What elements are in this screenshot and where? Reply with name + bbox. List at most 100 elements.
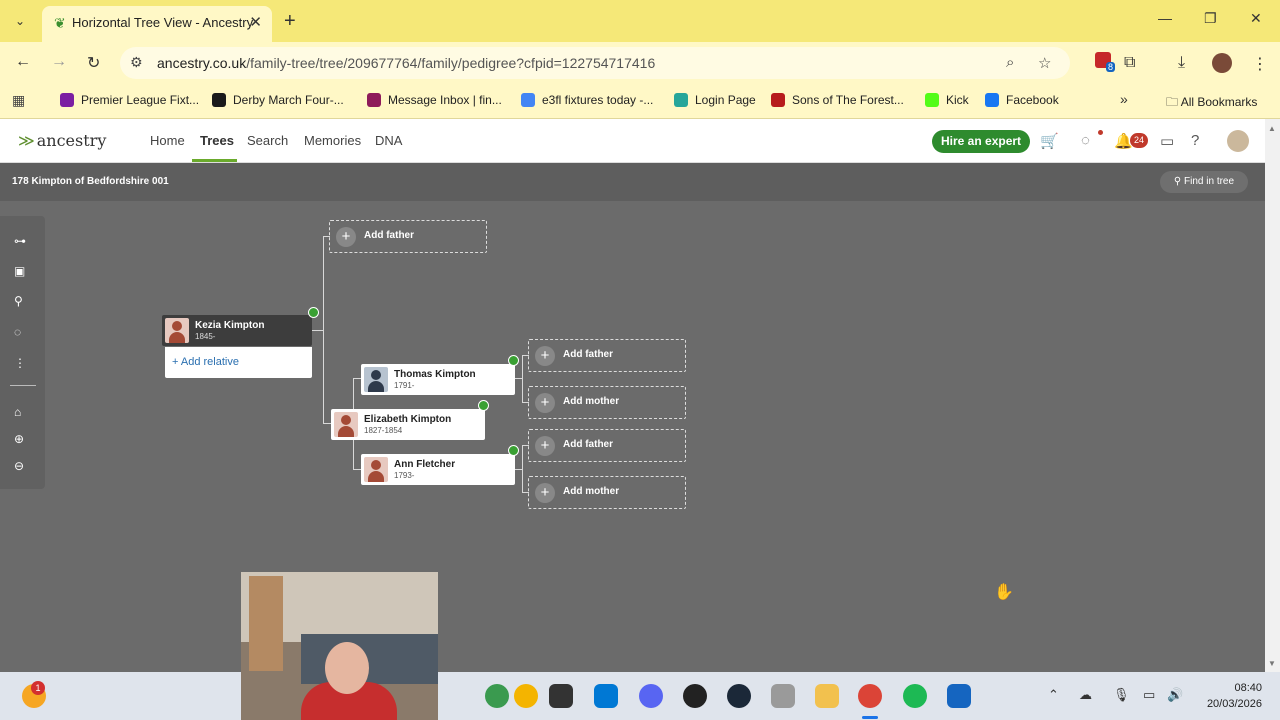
bookmark-star-icon[interactable]: ☆ [1038,54,1051,72]
ancestry-logo[interactable]: ≫ ancestry [18,131,106,150]
bookmark-facebook[interactable]: Facebook [985,93,1059,107]
page-scrollbar[interactable]: ▲ ▼ [1265,119,1280,672]
message-inbox-icon [367,93,381,107]
zoom-in-icon[interactable]: ⊕ [14,432,24,446]
bookmark-derby[interactable]: Derby March Four-... [212,93,344,107]
outlook-icon[interactable] [594,684,618,708]
globe-app-icon[interactable] [485,684,509,708]
plus-icon: + [535,346,555,366]
google-icon [521,93,535,107]
chrome-active-indicator [862,716,878,719]
restore-button[interactable]: ❐ [1204,10,1217,27]
app-icon[interactable] [947,684,971,708]
address-bar[interactable]: ⚙ ancestry.co.uk/family-tree/tree/209677… [120,47,1070,79]
more-options-icon[interactable]: ⋮ [14,356,26,370]
bookmark-premier-league[interactable]: Premier League Fixt... [60,93,199,107]
add-father-slot[interactable]: + Add father [528,429,686,462]
nav-home[interactable]: Home [150,133,185,148]
help-icon[interactable]: ? [1191,132,1199,149]
tray-overflow-icon[interactable]: ⌃ [1048,687,1059,703]
bookmark-e3fl[interactable]: e3fl fixtures today -... [521,93,653,107]
bookmark-kick[interactable]: Kick [925,93,969,107]
nav-memories[interactable]: Memories [304,133,361,148]
scroll-up-arrow[interactable]: ▲ [1268,124,1276,133]
home-person-icon[interactable]: ⌂ [14,405,21,419]
steam-icon[interactable] [727,684,751,708]
add-father-slot[interactable]: + Add father [528,339,686,372]
apps-grid-icon[interactable]: ▦ [12,92,25,109]
browser-tabstrip: ⌄ ❦ Horizontal Tree View - Ancestry ✕ + … [0,0,1280,42]
chrome-icon[interactable] [858,684,882,708]
app-icon[interactable] [771,684,795,708]
connector-line [323,236,324,423]
tab-close-icon[interactable]: ✕ [249,13,262,31]
download-icon[interactable]: ⤓ [1178,54,1185,72]
obs-icon[interactable] [683,684,707,708]
bookmarks-overflow-icon[interactable]: » [1120,91,1128,107]
cart-icon[interactable]: 🛒 [1040,132,1059,150]
bookmark-login-page[interactable]: Login Page [674,93,756,107]
taskbar-clock[interactable]: 08:40 [1222,682,1262,694]
bookmark-message-inbox[interactable]: Message Inbox | fin... [367,93,502,107]
file-explorer-icon[interactable] [815,684,839,708]
reload-button[interactable]: ↻ [87,53,100,73]
hint-leaf-icon[interactable] [508,445,519,456]
tree-view-icon[interactable]: ⊶ [14,234,26,248]
zoom-out-icon[interactable]: ⊖ [14,459,24,473]
scroll-down-arrow[interactable]: ▼ [1268,659,1276,668]
hint-leaf-icon[interactable] [508,355,519,366]
browser-tab-active[interactable]: ❦ Horizontal Tree View - Ancestry ✕ [42,6,272,42]
person-card[interactable]: Elizabeth Kimpton 1827-1854 [331,409,485,440]
network-icon[interactable]: ▭ [1143,687,1155,703]
discord-icon[interactable] [639,684,663,708]
add-father-slot[interactable]: + Add father [329,220,487,253]
chrome-menu-icon[interactable]: ⋮ [1252,54,1268,74]
nav-search[interactable]: Search [247,133,288,148]
add-mother-slot[interactable]: + Add mother [528,386,686,419]
minimize-button[interactable]: — [1158,10,1172,26]
app-icon[interactable] [514,684,538,708]
add-mother-slot[interactable]: + Add mother [528,476,686,509]
nav-dna[interactable]: DNA [375,133,402,148]
hint-leaf-icon[interactable] [478,400,489,411]
extensions-puzzle-icon[interactable]: ⧉ [1124,54,1135,72]
close-window-button[interactable]: ✕ [1250,10,1262,27]
people-search-icon[interactable]: ⚲ [14,294,23,308]
plus-icon: + [535,393,555,413]
spotify-icon[interactable] [903,684,927,708]
bookmark-sons-forest[interactable]: Sons of The Forest... [771,93,904,107]
taskbar-date[interactable]: 20/03/2026 [1196,698,1262,710]
terminal-icon[interactable] [549,684,573,708]
all-bookmarks-folder[interactable]: 🗀 All Bookmarks [1166,93,1257,114]
ancestry-leaf-icon: ❦ [54,15,66,31]
extension-icon[interactable]: 8 [1095,52,1115,72]
hint-leaf-icon[interactable] [308,307,319,318]
microphone-icon[interactable]: 🎙 [1113,687,1130,703]
tab-search-menu-icon[interactable]: ⌄ [10,11,30,31]
find-in-tree-button[interactable]: ⚲ Find in tree [1160,171,1248,193]
person-card[interactable]: Thomas Kimpton 1791- [361,364,515,395]
messages-icon[interactable]: ▭ [1160,132,1174,150]
media-gallery-icon[interactable]: ▣ [14,264,25,278]
nav-trees[interactable]: Trees [200,133,234,148]
hints-leaf-icon[interactable]: ◌ [14,325,21,339]
onedrive-icon[interactable]: ☁ [1079,687,1092,703]
person-card[interactable]: Ann Fletcher 1793- [361,454,515,485]
back-button[interactable]: ← [15,53,31,71]
site-info-icon[interactable]: ⚙ [130,54,143,71]
user-avatar[interactable] [1227,130,1249,152]
facebook-icon [985,93,999,107]
forward-button[interactable]: → [51,53,67,71]
hints-icon[interactable]: ◌ [1081,132,1090,149]
new-tab-button[interactable]: + [284,10,296,33]
url-text[interactable]: ancestry.co.uk/family-tree/tree/20967776… [157,55,655,71]
hire-expert-button[interactable]: Hire an expert [932,130,1031,153]
tree-name[interactable]: 178 Kimpton of Bedfordshire 001 [12,176,169,187]
add-relative-button[interactable]: + Add relative [165,347,312,378]
connector-line [522,355,523,402]
tree-toolbar: 178 Kimpton of Bedfordshire 001 ⚲ Find i… [0,163,1265,201]
person-card-focus[interactable]: Kezia Kimpton 1845- [162,315,312,346]
chrome-profile-avatar[interactable] [1212,53,1232,73]
volume-icon[interactable]: 🔊 [1167,687,1183,703]
zoom-icon[interactable]: ⌕ [1006,54,1014,71]
